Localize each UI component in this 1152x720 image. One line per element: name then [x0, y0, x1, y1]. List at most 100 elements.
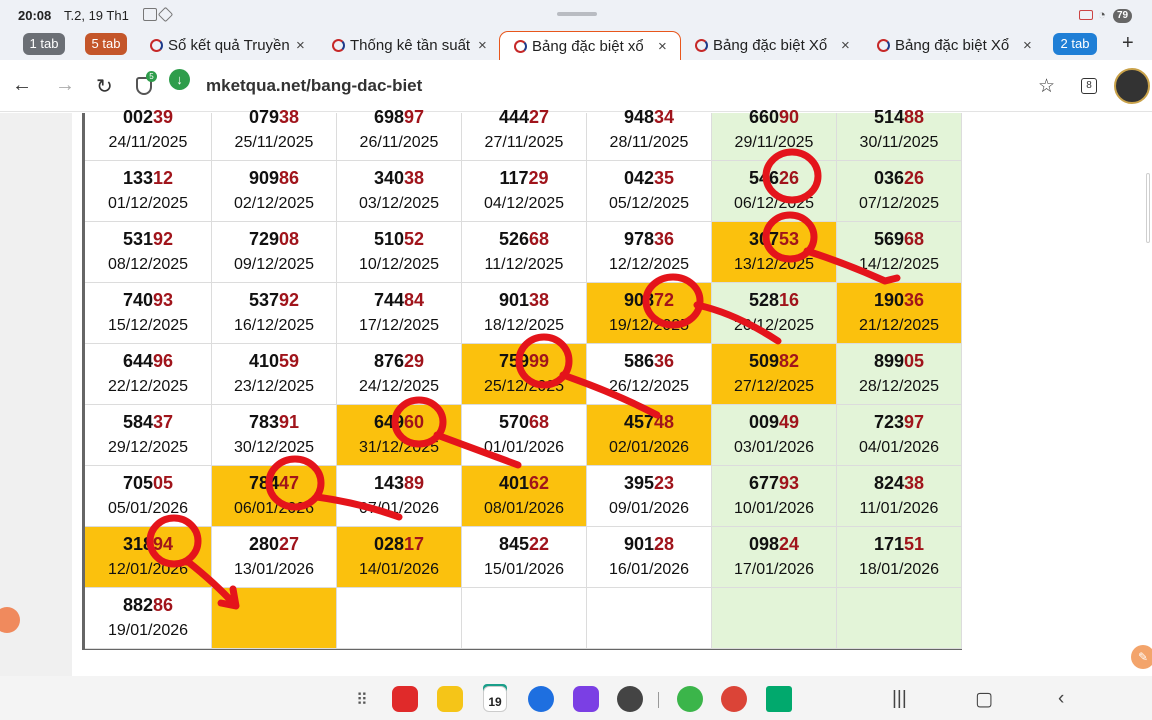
- forward-arrow-icon[interactable]: →: [55, 74, 75, 97]
- calendar-app-icon[interactable]: 19: [483, 686, 507, 712]
- chrome-app-icon[interactable]: [721, 686, 747, 712]
- lottery-app-icon[interactable]: [677, 686, 703, 712]
- tab-group-3[interactable]: 2 tab: [1053, 33, 1097, 55]
- draw-date: 01/12/2025: [107, 195, 189, 212]
- prize-number: 90986: [248, 168, 300, 188]
- screen: 20:08 T.2, 19 Th1 ◔ 79 1 tab 5 tab Sổ kế…: [0, 0, 1152, 720]
- prize-number: 54626: [748, 168, 800, 188]
- draw-date: 04/01/2026: [858, 439, 940, 456]
- prize-number: 28027: [248, 534, 300, 554]
- prize-number: 90872: [623, 290, 675, 310]
- tab-group-2[interactable]: 5 tab: [85, 33, 127, 55]
- draw-date: 19/01/2026: [107, 622, 189, 639]
- draw-date: 05/01/2026: [107, 500, 189, 517]
- result-cell: 00239 24/11/2025: [85, 107, 212, 161]
- draw-date: 28/11/2025: [609, 134, 689, 151]
- result-cell: 34038 03/12/2025: [337, 161, 462, 222]
- tab-bang-dac-biet-3[interactable]: Bảng đặc biệt Xổ ×: [877, 31, 1037, 60]
- edit-pen-bubble[interactable]: ✎: [1131, 645, 1152, 669]
- tab-switcher-button[interactable]: 8: [1081, 78, 1097, 94]
- draw-date: 11/01/2026: [859, 500, 939, 517]
- prize-number: 72908: [248, 229, 300, 249]
- draw-date: 18/01/2026: [858, 561, 940, 578]
- close-tab-icon[interactable]: ×: [296, 31, 310, 60]
- scrollbar[interactable]: [1146, 173, 1150, 243]
- profile-avatar[interactable]: [1114, 68, 1150, 104]
- result-cell: 53192 08/12/2025: [85, 222, 212, 283]
- tab-so-ket-qua[interactable]: Sổ kết quả Truyền ×: [150, 31, 310, 60]
- result-cell: 58437 29/12/2025: [85, 405, 212, 466]
- site-favicon-icon: [332, 39, 345, 52]
- prize-number: 88286: [122, 595, 174, 615]
- draw-date: 18/12/2025: [483, 317, 565, 334]
- new-tab-button[interactable]: +: [1122, 32, 1134, 55]
- draw-date: 13/01/2026: [233, 561, 315, 578]
- back-nav-icon[interactable]: ‹: [1058, 688, 1064, 710]
- draw-date: 19/12/2025: [608, 317, 690, 334]
- prize-number: 90138: [498, 290, 550, 310]
- page-content: 00239 24/11/2025 07938 25/11/2025 69897 26/11…: [0, 107, 1152, 676]
- draw-date: 16/12/2025: [233, 317, 315, 334]
- home-icon[interactable]: ▢: [975, 688, 993, 711]
- draw-date: 25/12/2025: [483, 378, 565, 395]
- result-cell: 97836 12/12/2025: [587, 222, 712, 283]
- notes-app-icon[interactable]: [392, 686, 418, 712]
- draw-date: 09/01/2026: [608, 500, 690, 517]
- prize-number: 94834: [623, 107, 675, 127]
- draw-date: 09/12/2025: [233, 256, 315, 273]
- close-tab-icon[interactable]: ×: [478, 31, 492, 60]
- result-cell: 90986 02/12/2025: [212, 161, 337, 222]
- tab-bang-dac-biet-active[interactable]: Bảng đặc biệt xổ ×: [499, 31, 681, 60]
- draw-date: 16/01/2026: [608, 561, 690, 578]
- prize-number: 56968: [873, 229, 925, 249]
- bookmark-star-icon[interactable]: ☆: [1038, 75, 1055, 98]
- folder-app-icon[interactable]: [437, 686, 463, 712]
- draw-date: 26/12/2025: [608, 378, 690, 395]
- draw-date: 21/12/2025: [858, 317, 940, 334]
- special-prize-table: 00239 24/11/2025 07938 25/11/2025 69897 26/11…: [82, 107, 962, 650]
- url-field[interactable]: mketqua.net/bang-dac-biet: [206, 76, 422, 96]
- draw-date: 27/12/2025: [733, 378, 815, 395]
- back-arrow-icon[interactable]: ←: [12, 74, 32, 97]
- address-bar: ← → ↻ 5 ↓ mketqua.net/bang-dac-biet ☆ 8: [0, 60, 1152, 112]
- prize-number: 31894: [122, 534, 174, 554]
- reload-icon[interactable]: ↻: [96, 74, 113, 99]
- close-tab-icon[interactable]: ×: [1023, 31, 1037, 60]
- result-cell: 84522 15/01/2026: [462, 527, 587, 588]
- prize-number: 78391: [248, 412, 300, 432]
- status-time: 20:08: [18, 8, 52, 23]
- draw-date: 06/01/2026: [233, 500, 315, 517]
- draw-date: 20/12/2025: [733, 317, 815, 334]
- cast-icon: [1079, 10, 1093, 20]
- result-cell: 74093 15/12/2025: [85, 283, 212, 344]
- result-cell: 13312 01/12/2025: [85, 161, 212, 222]
- camera-app-icon[interactable]: [617, 686, 643, 712]
- tab-thong-ke[interactable]: Thống kê tần suất ×: [332, 31, 492, 60]
- draw-date: 27/11/2025: [484, 134, 564, 151]
- result-cell: 56968 14/12/2025: [837, 222, 962, 283]
- messages-app-icon[interactable]: [528, 686, 554, 712]
- prize-number: 03626: [873, 168, 925, 188]
- draw-date: 24/12/2025: [358, 378, 440, 395]
- tab-bang-dac-biet-2[interactable]: Bảng đặc biệt Xổ ×: [695, 31, 855, 60]
- draw-date: 13/12/2025: [733, 256, 815, 273]
- app-drawer-icon[interactable]: ⠿: [356, 690, 368, 710]
- result-cell: 89905 28/12/2025: [837, 344, 962, 405]
- prize-number: 45748: [623, 412, 675, 432]
- prize-number: 51052: [373, 229, 425, 249]
- prize-number: 39523: [623, 473, 675, 493]
- recents-icon[interactable]: |||: [892, 688, 907, 710]
- draw-date: 26/11/2025: [359, 134, 439, 151]
- download-icon[interactable]: ↓: [169, 69, 190, 90]
- tab-group-1[interactable]: 1 tab: [23, 33, 65, 55]
- draw-date: 01/01/2026: [483, 439, 565, 456]
- prize-number: 53192: [122, 229, 174, 249]
- drag-handle[interactable]: [557, 12, 597, 16]
- result-cell: 09824 17/01/2026: [712, 527, 837, 588]
- prize-number: 07938: [248, 107, 300, 127]
- browser-app-icon[interactable]: [573, 686, 599, 712]
- close-tab-icon[interactable]: ×: [841, 31, 855, 60]
- play-store-icon[interactable]: [766, 686, 792, 712]
- close-tab-icon[interactable]: ×: [658, 32, 672, 60]
- result-cell: [462, 588, 587, 649]
